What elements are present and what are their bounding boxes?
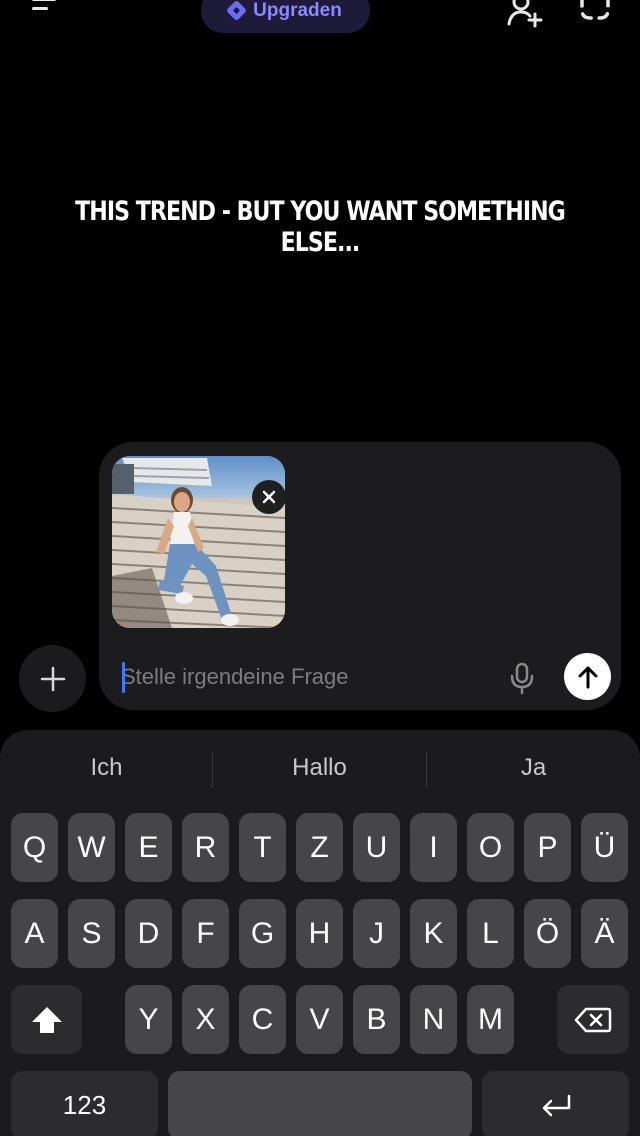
key-letter[interactable]: Y (125, 985, 172, 1054)
overlay-headline: THIS TREND - BUT YOU WANT SOMETHING ELSE… (75, 196, 566, 258)
key-letter[interactable]: R (182, 813, 229, 882)
microphone-icon (510, 662, 534, 695)
key-letter[interactable]: Z (296, 813, 343, 882)
key-letter[interactable]: B (353, 985, 400, 1054)
key-letter[interactable]: O (467, 813, 514, 882)
key-letter[interactable]: G (239, 899, 286, 968)
key-letter[interactable]: A (11, 899, 58, 968)
key-letter[interactable]: J (353, 899, 400, 968)
suggestion-bar: Ich Hallo Ja (0, 730, 640, 810)
key-letter[interactable]: T (239, 813, 286, 882)
space-key[interactable] (168, 1071, 472, 1136)
upgrade-label: Upgraden (253, 0, 342, 21)
key-letter[interactable]: X (182, 985, 229, 1054)
key-letter[interactable]: Ü (581, 813, 628, 882)
suggestion-item[interactable]: Ich (0, 754, 213, 782)
numbers-key[interactable]: 123 (11, 1071, 158, 1136)
text-caret (122, 662, 125, 693)
shift-key[interactable] (11, 985, 82, 1054)
menu-icon (32, 0, 56, 1)
key-letter[interactable]: K (410, 899, 457, 968)
key-letter[interactable]: N (410, 985, 457, 1054)
key-letter[interactable]: W (68, 813, 115, 882)
key-letter[interactable]: P (524, 813, 571, 882)
return-icon (542, 1094, 570, 1116)
key-letter[interactable]: I (410, 813, 457, 882)
key-letter[interactable]: E (125, 813, 172, 882)
add-person-button[interactable] (505, 0, 545, 28)
key-letter[interactable]: M (467, 985, 514, 1054)
key-letter[interactable]: Ä (581, 899, 628, 968)
key-letter[interactable]: D (125, 899, 172, 968)
key-letter[interactable]: H (296, 899, 343, 968)
close-icon (262, 490, 276, 504)
top-bar: Upgraden (0, 0, 640, 40)
key-letter[interactable]: C (239, 985, 286, 1054)
delete-key[interactable] (557, 985, 629, 1054)
key-letter[interactable]: U (353, 813, 400, 882)
add-attachment-button[interactable] (19, 645, 86, 712)
key-letter[interactable]: Q (11, 813, 58, 882)
scan-button[interactable] (576, 0, 614, 22)
backspace-icon (574, 1007, 612, 1032)
upgrade-button[interactable]: Upgraden (201, 0, 370, 33)
shift-icon (31, 1006, 62, 1033)
suggestion-item[interactable]: Hallo (213, 754, 426, 782)
suggestion-item[interactable]: Ja (427, 754, 640, 782)
arrow-up-icon (578, 666, 597, 688)
key-letter[interactable]: L (467, 899, 514, 968)
voice-input-button[interactable] (507, 661, 537, 695)
onscreen-keyboard: Ich Hallo Ja QWERTZUIOPÜ ASDFGHJKLÖÄ YXC… (0, 730, 640, 1136)
menu-icon-line (32, 7, 48, 10)
menu-button[interactable] (26, 0, 62, 22)
remove-attachment-button[interactable] (252, 480, 285, 514)
message-input[interactable] (121, 660, 501, 694)
message-composer (99, 442, 621, 710)
return-key[interactable] (482, 1071, 629, 1136)
attached-image[interactable] (112, 456, 285, 628)
add-person-icon (507, 0, 543, 28)
scan-icon (580, 0, 610, 20)
diamond-icon (226, 0, 248, 22)
key-letter[interactable]: Ö (524, 899, 571, 968)
plus-icon (40, 666, 65, 691)
key-letter[interactable]: F (182, 899, 229, 968)
send-button[interactable] (564, 653, 611, 700)
key-letter[interactable]: V (296, 985, 343, 1054)
key-letter[interactable]: S (68, 899, 115, 968)
